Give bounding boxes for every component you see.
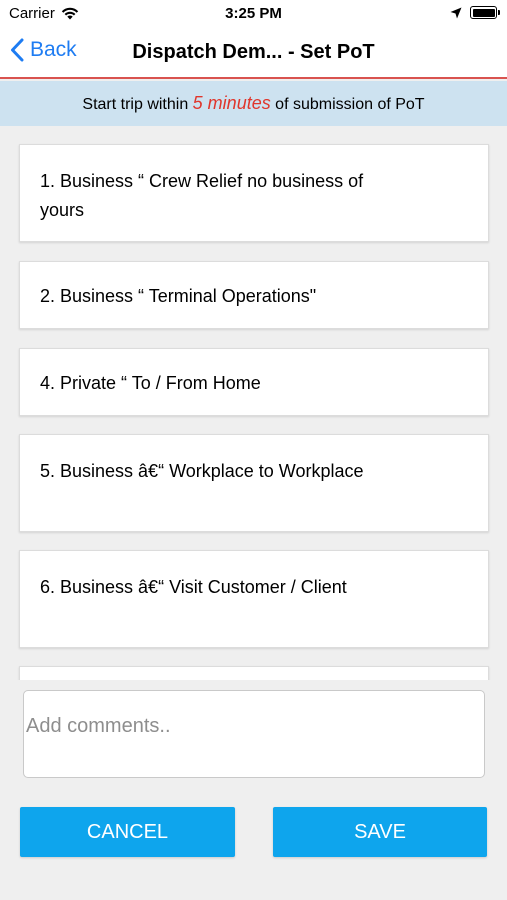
option-card-partial[interactable] (19, 666, 489, 680)
status-time: 3:25 PM (225, 5, 282, 22)
option-label: 1. Business “ Crew Relief no business of… (40, 171, 364, 220)
time-limit-banner: Start trip within 5 minutes of submissio… (0, 81, 507, 126)
purpose-option-list[interactable]: 1. Business “ Crew Relief no business of… (0, 126, 507, 680)
status-right (450, 6, 500, 19)
battery-icon (470, 6, 500, 19)
option-card[interactable]: 4. Private “ To / From Home (19, 348, 489, 416)
option-label: 5. Business â€“ Workplace to Workplace (40, 461, 364, 481)
option-card[interactable]: 5. Business â€“ Workplace to Workplace (19, 434, 489, 532)
banner-suffix: of submission of PoT (275, 96, 425, 113)
option-card[interactable]: 6. Business â€“ Visit Customer / Client (19, 550, 489, 648)
status-bar: Carrier 3:25 PM (0, 0, 507, 28)
option-label: 6. Business â€“ Visit Customer / Client (40, 577, 347, 597)
comments-field-container (23, 690, 485, 778)
option-label: 4. Private “ To / From Home (40, 373, 261, 393)
comments-input[interactable] (24, 691, 484, 777)
option-card[interactable]: 1. Business “ Crew Relief no business of… (19, 144, 489, 242)
navigation-bar: Back Dispatch Dem... - Set PoT (0, 28, 507, 79)
save-button[interactable]: SAVE (273, 807, 487, 857)
banner-prefix: Start trip within (82, 96, 189, 113)
page-title: Dispatch Dem... - Set PoT (132, 41, 375, 63)
option-card[interactable]: 2. Business “ Terminal Operations" (19, 261, 489, 329)
cancel-button[interactable]: CANCEL (20, 807, 235, 857)
banner-highlight: 5 minutes (192, 93, 271, 113)
option-label: 2. Business “ Terminal Operations" (40, 286, 317, 306)
location-arrow-icon (450, 7, 462, 18)
